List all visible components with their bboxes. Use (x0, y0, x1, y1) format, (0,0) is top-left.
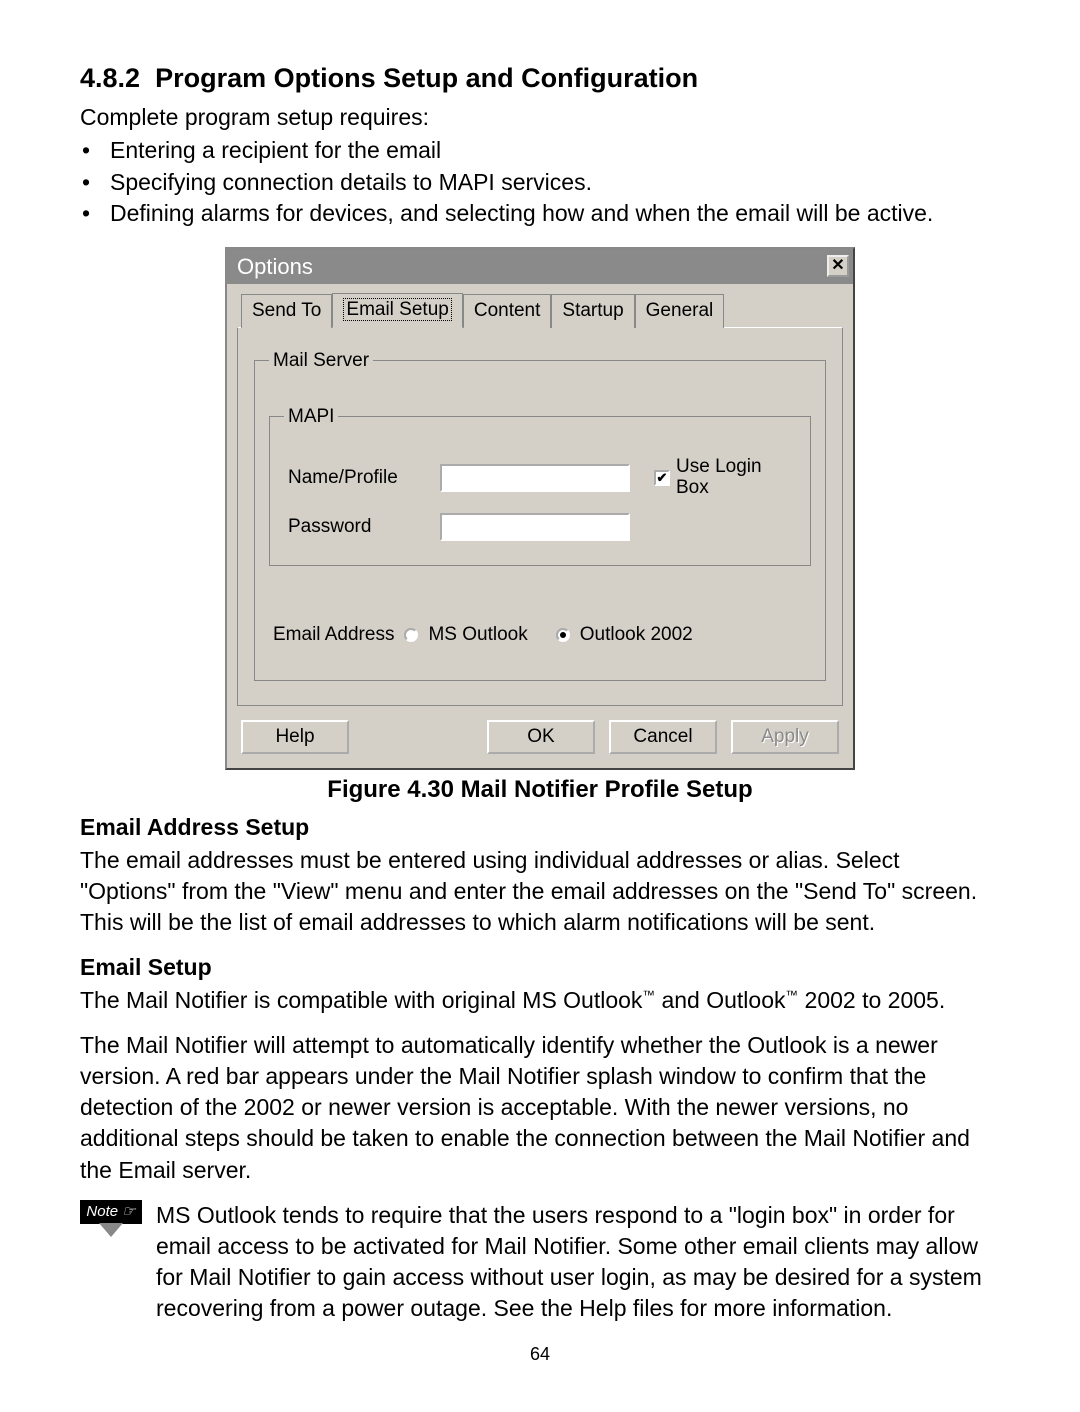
intro-text: Complete program setup requires: (80, 102, 1000, 133)
titlebar: Options ✕ (227, 249, 853, 285)
label-name-profile: Name/Profile (288, 465, 428, 491)
list-item: Defining alarms for devices, and selecti… (110, 198, 1000, 229)
heading-email-setup: Email Setup (80, 952, 1000, 983)
note-block: Note☞ MS Outlook tends to require that t… (80, 1200, 1000, 1324)
name-profile-input[interactable] (440, 464, 630, 492)
tab-email-setup[interactable]: Email Setup (332, 293, 462, 328)
trademark-icon: ™ (642, 989, 655, 1003)
note-icon: Note☞ (80, 1200, 142, 1324)
group-mapi: MAPI Name/Profile ✔ Use Login Box Passwo… (269, 404, 811, 566)
ok-button[interactable]: OK (487, 720, 595, 754)
group-mapi-legend: MAPI (284, 404, 338, 430)
section-number: 4.8.2 (80, 63, 140, 93)
radio-outlook-2002[interactable] (556, 628, 570, 642)
figure-caption: Figure 4.30 Mail Notifier Profile Setup (80, 774, 1000, 806)
help-button[interactable]: Help (241, 720, 349, 754)
options-dialog: Options ✕ Send To Email Setup Content St… (225, 247, 855, 770)
radio-outlook-2002-label: Outlook 2002 (580, 622, 693, 648)
radio-ms-outlook-label: MS Outlook (428, 622, 527, 648)
section-heading: 4.8.2 Program Options Setup and Configur… (80, 60, 1000, 96)
para-email-setup-2: The Mail Notifier will attempt to automa… (80, 1030, 1000, 1185)
tab-send-to[interactable]: Send To (241, 294, 332, 328)
page-number: 64 (80, 1342, 1000, 1366)
tab-startup[interactable]: Startup (551, 294, 634, 328)
trademark-icon: ™ (786, 989, 799, 1003)
hand-icon: ☞ (122, 1202, 135, 1222)
checkbox-label: Use Login Box (676, 457, 766, 499)
intro-bullets: Entering a recipient for the email Speci… (80, 135, 1000, 228)
checkbox-icon: ✔ (654, 470, 670, 486)
use-login-box-checkbox[interactable]: ✔ Use Login Box (654, 457, 766, 499)
close-icon: ✕ (831, 258, 844, 274)
apply-button[interactable]: Apply (731, 720, 839, 754)
password-input[interactable] (440, 513, 630, 541)
group-mail-server-legend: Mail Server (269, 348, 373, 374)
section-title: Program Options Setup and Configuration (155, 63, 698, 93)
list-item: Entering a recipient for the email (110, 135, 1000, 166)
tab-pane: Mail Server MAPI Name/Profile ✔ Use Logi… (237, 327, 843, 706)
close-button[interactable]: ✕ (827, 255, 849, 277)
tab-strip: Send To Email Setup Content Startup Gene… (227, 284, 853, 327)
heading-email-address-setup: Email Address Setup (80, 812, 1000, 843)
para-email-setup-1: The Mail Notifier is compatible with ori… (80, 985, 1000, 1016)
list-item: Specifying connection details to MAPI se… (110, 167, 1000, 198)
tab-content[interactable]: Content (463, 294, 552, 328)
group-mail-server: Mail Server MAPI Name/Profile ✔ Use Logi… (254, 348, 826, 681)
label-email-address: Email Address (273, 622, 394, 648)
para-email-address-setup: The email addresses must be entered usin… (80, 845, 1000, 938)
dialog-title: Options (237, 252, 313, 282)
radio-ms-outlook[interactable] (404, 628, 418, 642)
cancel-button[interactable]: Cancel (609, 720, 717, 754)
label-password: Password (288, 514, 428, 540)
note-body: MS Outlook tends to require that the use… (156, 1200, 1000, 1324)
tab-general[interactable]: General (635, 294, 725, 328)
dialog-button-row: Help OK Cancel Apply (227, 716, 853, 768)
